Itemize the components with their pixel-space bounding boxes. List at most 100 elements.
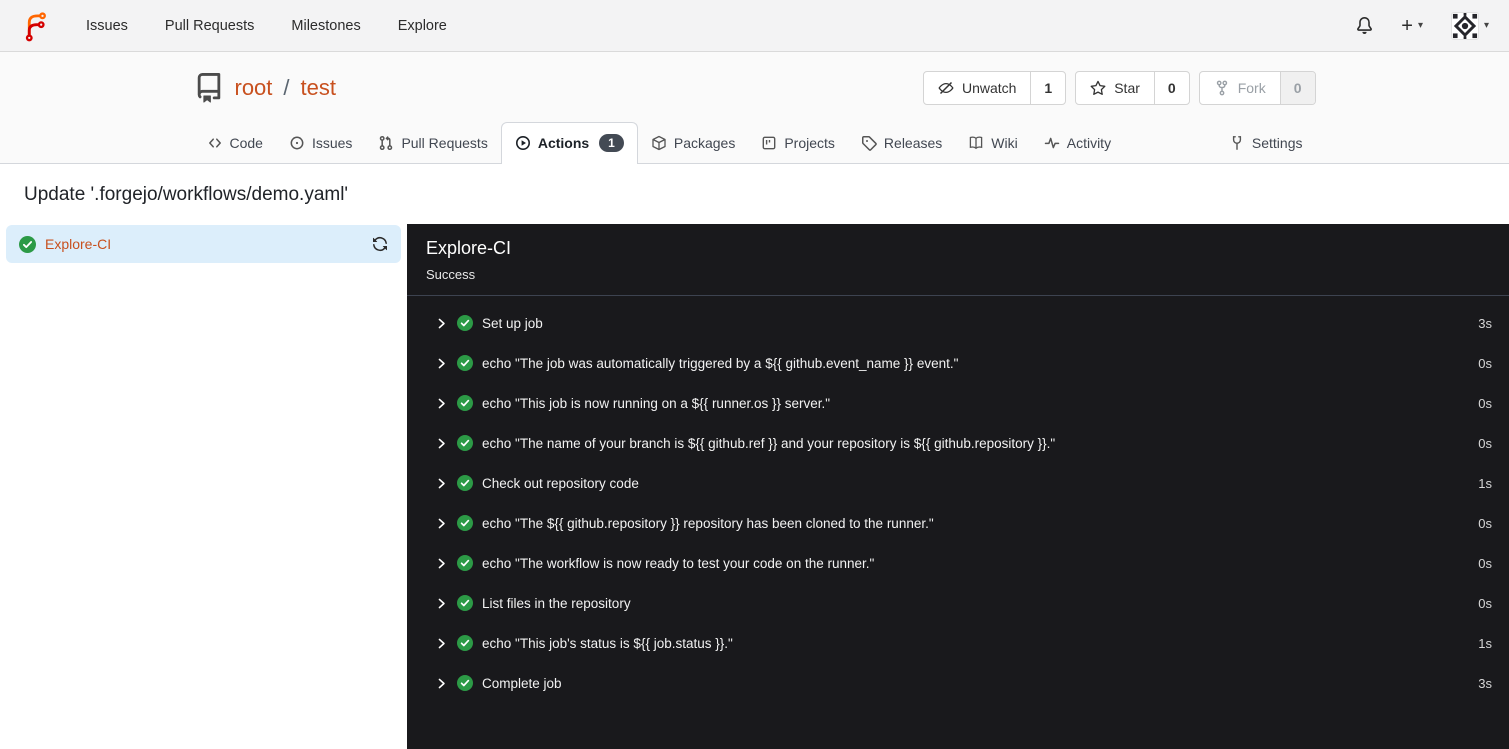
step-duration: 0s [1478,515,1492,531]
step-duration: 0s [1478,435,1492,451]
chevron-right-icon[interactable] [435,437,448,450]
step-duration: 3s [1478,675,1492,691]
success-check-icon [19,235,36,253]
git-fork-icon [1216,80,1227,96]
repo-owner-link[interactable]: root [235,75,273,101]
chevron-right-icon[interactable] [435,397,448,410]
success-check-icon [457,515,473,531]
sidebar-job-explore-ci[interactable]: Explore-CI [6,225,401,263]
step-row[interactable]: List files in the repository 0s [407,583,1509,623]
jobs-sidebar: Explore-CI [0,224,407,749]
navbar-link-issues[interactable]: Issues [86,18,128,34]
plus-icon: + [1401,14,1413,37]
step-row[interactable]: echo "The ${{ github.repository }} repos… [407,503,1509,543]
tag-icon [861,135,877,151]
step-row[interactable]: Complete job 3s [407,663,1509,703]
forgejo-logo-icon[interactable] [20,9,52,43]
tab-activity[interactable]: Activity [1031,124,1124,163]
step-duration: 3s [1478,315,1492,331]
package-icon [651,135,667,151]
tab-settings[interactable]: Settings [1216,124,1316,163]
navbar-right: + ▾ ▾ [1356,11,1489,40]
book-open-icon [968,135,984,151]
play-circle-icon [515,135,531,151]
chevron-right-icon[interactable] [435,677,448,690]
success-check-icon [457,435,473,451]
pulse-icon [1044,135,1060,151]
step-name: Check out repository code [482,475,639,491]
notifications-bell-icon[interactable] [1356,17,1373,34]
step-name: echo "The ${{ github.repository }} repos… [482,515,934,531]
chevron-right-icon[interactable] [435,557,448,570]
tab-pull-requests[interactable]: Pull Requests [365,124,500,163]
repo-header: root / test Unwatch 1 Star 0 Fork 0 Code… [0,52,1509,164]
star-button-group: Star 0 [1075,71,1190,105]
code-icon [207,135,223,151]
star-count[interactable]: 0 [1153,72,1189,104]
tab-releases[interactable]: Releases [848,124,955,163]
tab-wiki[interactable]: Wiki [955,124,1030,163]
watch-button-group: Unwatch 1 [922,71,1067,105]
navbar-link-milestones[interactable]: Milestones [291,18,360,34]
watch-count[interactable]: 1 [1030,72,1065,104]
avatar [1450,11,1479,40]
actions-count-badge: 1 [599,134,624,152]
step-name: Complete job [482,675,562,691]
tab-issues[interactable]: Issues [276,124,365,163]
success-check-icon [457,595,473,611]
issue-circle-dot-icon [289,135,305,151]
success-check-icon [457,355,473,371]
step-row[interactable]: echo "This job is now running on a ${{ r… [407,383,1509,423]
step-name: List files in the repository [482,595,631,611]
job-title: Explore-CI [426,238,512,258]
chevron-right-icon[interactable] [435,597,448,610]
repo-action-buttons: Unwatch 1 Star 0 Fork 0 [922,71,1316,105]
step-row[interactable]: echo "The workflow is now ready to test … [407,543,1509,583]
navbar-link-pull-requests[interactable]: Pull Requests [165,18,254,34]
navbar-link-explore[interactable]: Explore [398,18,447,34]
step-row[interactable]: Set up job 3s [407,303,1509,343]
step-row[interactable]: Check out repository code 1s [407,463,1509,503]
step-name: echo "This job's status is ${{ job.statu… [482,635,733,651]
chevron-right-icon[interactable] [435,477,448,490]
step-row[interactable]: echo "The name of your branch is ${{ git… [407,423,1509,463]
page-title-row: Update '.forgejo/workflows/demo.yaml' [0,164,1509,224]
repo-book-icon [197,73,220,103]
fork-count: 0 [1279,72,1315,104]
tab-code[interactable]: Code [194,124,276,163]
step-row[interactable]: echo "This job's status is ${{ job.statu… [407,623,1509,663]
star-icon [1090,80,1106,95]
eye-slash-icon [938,81,954,95]
job-header: Explore-CI Success [407,224,1509,296]
user-menu[interactable]: ▾ [1450,11,1489,40]
success-check-icon [457,395,473,411]
chevron-right-icon[interactable] [435,517,448,530]
success-check-icon [457,635,473,651]
star-button[interactable]: Star [1076,72,1154,104]
repo-tab-bar: Code Issues Pull Requests Actions 1 Pack… [194,121,1316,164]
success-check-icon [457,675,473,691]
chevron-right-icon[interactable] [435,357,448,370]
tab-actions[interactable]: Actions 1 [500,122,638,164]
tab-packages[interactable]: Packages [638,124,748,163]
chevron-right-icon[interactable] [435,637,448,650]
success-check-icon [457,315,473,331]
job-status: Success [426,267,476,282]
repo-name-link[interactable]: test [301,75,336,101]
unwatch-button[interactable]: Unwatch [924,72,1030,104]
chevron-right-icon[interactable] [435,317,448,330]
step-duration: 0s [1478,555,1492,571]
tab-projects[interactable]: Projects [748,124,848,163]
success-check-icon [457,475,473,491]
step-row[interactable]: echo "The job was automatically triggere… [407,343,1509,383]
navbar-links: Issues Pull Requests Milestones Explore [86,18,447,34]
create-new-button[interactable]: + ▾ [1401,16,1423,36]
step-name: echo "The name of your branch is ${{ git… [482,435,1056,451]
step-duration: 0s [1478,395,1492,411]
chevron-down-icon: ▾ [1483,20,1489,31]
refresh-icon[interactable] [372,236,388,252]
page-title: Update '.forgejo/workflows/demo.yaml' [24,184,349,205]
step-name: echo "The workflow is now ready to test … [482,555,875,571]
project-board-icon [761,135,777,151]
repo-title: root / test [194,73,336,103]
